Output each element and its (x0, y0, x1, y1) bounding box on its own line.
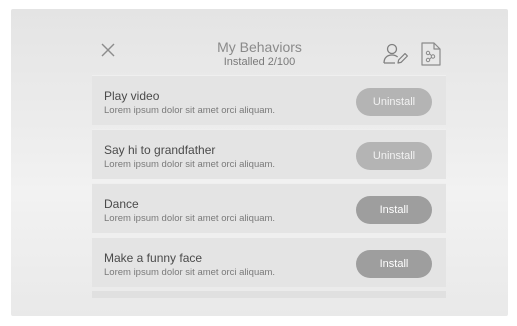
install-button[interactable]: Install (356, 250, 432, 278)
behavior-row: Make a funny face Lorem ipsum dolor sit … (92, 237, 446, 287)
behavior-description: Lorem ipsum dolor sit amet orci aliquam. (104, 213, 276, 224)
uninstall-button[interactable]: Uninstall (356, 88, 432, 116)
uninstall-button[interactable]: Uninstall (356, 142, 432, 170)
install-button[interactable]: Install (356, 196, 432, 224)
behavior-list[interactable]: Play video Lorem ipsum dolor sit amet or… (92, 75, 446, 298)
list-item-partial (92, 291, 446, 298)
behavior-description: Lorem ipsum dolor sit amet orci aliquam. (104, 267, 276, 278)
behavior-description: Lorem ipsum dolor sit amet orci aliquam. (104, 105, 276, 116)
behavior-row: Play video Lorem ipsum dolor sit amet or… (92, 75, 446, 125)
edit-profile-button[interactable] (382, 42, 410, 66)
header: My Behaviors Installed 2/100 (11, 9, 508, 83)
behavior-title: Dance (104, 197, 139, 211)
user-edit-icon (383, 43, 408, 64)
behaviors-screen: My Behaviors Installed 2/100 Play video … (11, 9, 508, 316)
behavior-title: Make a funny face (104, 251, 203, 265)
behavior-document-button[interactable] (420, 41, 442, 67)
behavior-row: Say hi to grandfather Lorem ipsum dolor … (92, 129, 446, 179)
behavior-row: Dance Lorem ipsum dolor sit amet orci al… (92, 183, 446, 233)
document-icon (421, 42, 441, 66)
behavior-description: Lorem ipsum dolor sit amet orci aliquam. (104, 159, 276, 170)
behavior-title: Play video (104, 89, 160, 103)
behavior-title: Say hi to grandfather (104, 143, 216, 157)
